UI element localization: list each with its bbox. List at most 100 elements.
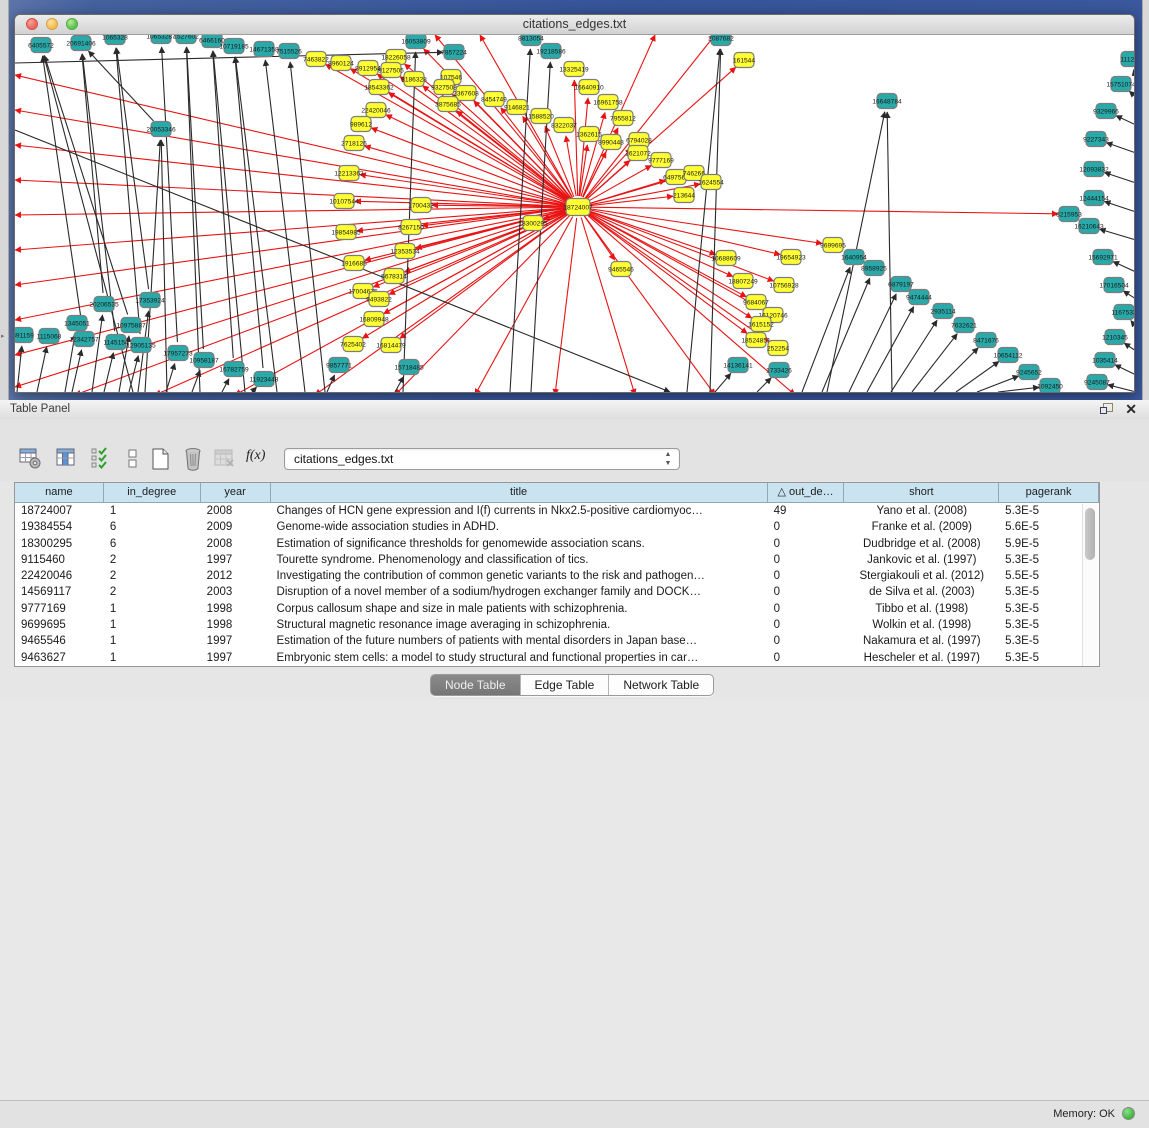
cell-out_de[interactable]: 49 xyxy=(768,503,845,519)
table-row[interactable]: 1456911722003Disruption of a novel membe… xyxy=(15,584,1099,600)
network-node[interactable]: 1035414 xyxy=(1092,353,1118,368)
network-node[interactable]: 8813054 xyxy=(518,35,544,46)
network-node[interactable]: 8267150 xyxy=(398,220,424,235)
network-node[interactable]: 8471676 xyxy=(973,333,999,348)
cell-short[interactable]: de Silva et al. (2003) xyxy=(844,584,999,600)
network-node[interactable]: 9465546 xyxy=(608,262,634,277)
network-node[interactable]: 8186328 xyxy=(401,72,427,87)
cell-name[interactable]: 18724007 xyxy=(15,503,104,519)
cell-name[interactable]: 9463627 xyxy=(15,650,104,666)
cell-in_degree[interactable]: 1 xyxy=(104,633,201,649)
network-node[interactable]: 19654923 xyxy=(776,250,806,265)
network-node[interactable]: 1210345 xyxy=(1102,330,1128,345)
cell-out_de[interactable]: 0 xyxy=(768,536,845,552)
table-row[interactable]: 969969511998Structural magnetic resonanc… xyxy=(15,617,1099,633)
cell-in_degree[interactable]: 1 xyxy=(104,650,201,666)
network-node[interactable]: 10688609 xyxy=(711,251,741,266)
network-node[interactable]: 15718485 xyxy=(394,360,424,375)
cell-title[interactable]: Disruption of a novel member of a sodium… xyxy=(271,584,768,600)
show-columns-icon[interactable] xyxy=(54,446,80,472)
cell-year[interactable]: 2008 xyxy=(201,536,271,552)
panel-collapse-arrow-icon[interactable]: ▸ xyxy=(1,332,5,340)
cell-in_degree[interactable]: 2 xyxy=(104,552,201,568)
network-node[interactable]: 9227343 xyxy=(1083,132,1109,147)
network-node[interactable]: 5678314 xyxy=(381,269,407,284)
network-node[interactable]: 1145154 xyxy=(103,335,129,350)
network-node[interactable]: 8322037 xyxy=(551,118,577,133)
cell-title[interactable]: Tourette syndrome. Phenomenology and cla… xyxy=(271,552,768,568)
network-node[interactable]: 9245087 xyxy=(1084,375,1110,390)
select-all-columns-icon[interactable] xyxy=(88,446,114,472)
cell-year[interactable]: 2012 xyxy=(201,568,271,584)
unselect-columns-icon[interactable] xyxy=(120,446,146,472)
network-node[interactable]: 20206535 xyxy=(89,297,119,312)
table-row[interactable]: 1830029562008Estimation of significance … xyxy=(15,536,1099,552)
network-node[interactable]: 9699695 xyxy=(820,238,846,253)
cell-title[interactable]: Estimation of significance thresholds fo… xyxy=(271,536,768,552)
cell-out_de[interactable]: 0 xyxy=(768,601,845,617)
network-node[interactable]: 1615152 xyxy=(748,317,774,332)
network-node[interactable]: 989612 xyxy=(350,117,372,132)
network-node[interactable]: 9474444 xyxy=(906,290,932,305)
cell-short[interactable]: Tibbo et al. (1998) xyxy=(844,601,999,617)
column-header-short[interactable]: short xyxy=(844,483,999,503)
network-node[interactable]: 1167533 xyxy=(1111,305,1134,320)
table-row[interactable]: 946362711997Embryonic stem cells: a mode… xyxy=(15,650,1099,666)
network-node[interactable]: 13325419 xyxy=(559,62,589,77)
network-node[interactable]: 16210643 xyxy=(1074,219,1104,234)
cell-name[interactable]: 14569117 xyxy=(15,584,104,600)
network-node[interactable]: 16053809 xyxy=(401,35,431,49)
network-node[interactable]: 1588520 xyxy=(528,109,554,124)
network-node[interactable]: 9493822 xyxy=(366,292,392,307)
column-header-name[interactable]: name xyxy=(15,483,104,503)
float-window-icon[interactable] xyxy=(1100,403,1113,415)
network-node[interactable]: 1700432 xyxy=(408,198,434,213)
network-node[interactable]: 1916685 xyxy=(341,256,367,271)
network-node[interactable]: 17353924 xyxy=(135,293,165,308)
cell-year[interactable]: 2009 xyxy=(201,519,271,535)
cell-in_degree[interactable]: 1 xyxy=(104,601,201,617)
cell-title[interactable]: Investigating the contribution of common… xyxy=(271,568,768,584)
node-table[interactable]: namein_degreeyeartitle△ out_de…shortpage… xyxy=(14,482,1100,667)
delete-column-icon[interactable] xyxy=(180,446,206,472)
network-node[interactable]: 161544 xyxy=(733,53,755,68)
network-node[interactable]: 1065328 xyxy=(102,35,128,45)
network-node[interactable]: 12444154 xyxy=(1079,191,1109,206)
table-row[interactable]: 946554611997Estimation of the future num… xyxy=(15,633,1099,649)
cell-out_de[interactable]: 0 xyxy=(768,552,845,568)
table-row[interactable]: 977716911998Corpus callosum shape and si… xyxy=(15,601,1099,617)
network-node[interactable]: 7625402 xyxy=(340,337,366,352)
network-node[interactable]: 3875685 xyxy=(435,97,461,112)
network-node[interactable]: 9329966 xyxy=(1093,104,1119,119)
network-node[interactable]: 16640910 xyxy=(574,80,604,95)
network-node[interactable]: 213644 xyxy=(673,188,695,203)
network-node[interactable]: 6879197 xyxy=(888,277,914,292)
network-node[interactable]: 15751074 xyxy=(1106,77,1134,92)
column-header-title[interactable]: title xyxy=(271,483,768,503)
cell-out_de[interactable]: 0 xyxy=(768,519,845,535)
cell-short[interactable]: Hescheler et al. (1997) xyxy=(844,650,999,666)
network-node[interactable]: 7857224 xyxy=(441,45,467,60)
cell-out_de[interactable]: 0 xyxy=(768,617,845,633)
network-node[interactable]: 10653287 xyxy=(146,35,176,44)
network-node[interactable]: 18807249 xyxy=(728,274,758,289)
network-node[interactable]: 9146821 xyxy=(504,100,530,115)
network-node[interactable]: 12353534 xyxy=(390,244,420,259)
network-node[interactable]: 111287 xyxy=(1120,52,1134,67)
cell-title[interactable]: Genome-wide association studies in ADHD. xyxy=(271,519,768,535)
cell-short[interactable]: Stergiakouli et al. (2012) xyxy=(844,568,999,584)
cell-short[interactable]: Dudbridge et al. (2008) xyxy=(844,536,999,552)
cell-out_de[interactable]: 0 xyxy=(768,584,845,600)
tab-node-table[interactable]: Node Table xyxy=(431,675,521,695)
network-node[interactable]: 2087682 xyxy=(708,35,734,46)
network-node[interactable]: 12093832 xyxy=(1079,162,1109,177)
cell-title[interactable]: Embryonic stem cells: a model to study s… xyxy=(271,650,768,666)
network-node[interactable]: 1640954 xyxy=(841,250,867,265)
create-column-icon[interactable] xyxy=(148,446,174,472)
network-node[interactable]: 9857771 xyxy=(326,358,352,373)
cell-title[interactable]: Estimation of the future numbers of pati… xyxy=(271,633,768,649)
network-node[interactable]: 7515526 xyxy=(276,44,302,59)
network-node[interactable]: 2718126 xyxy=(341,136,367,151)
cell-year[interactable]: 1998 xyxy=(201,617,271,633)
network-node[interactable]: 2935114 xyxy=(930,304,956,319)
